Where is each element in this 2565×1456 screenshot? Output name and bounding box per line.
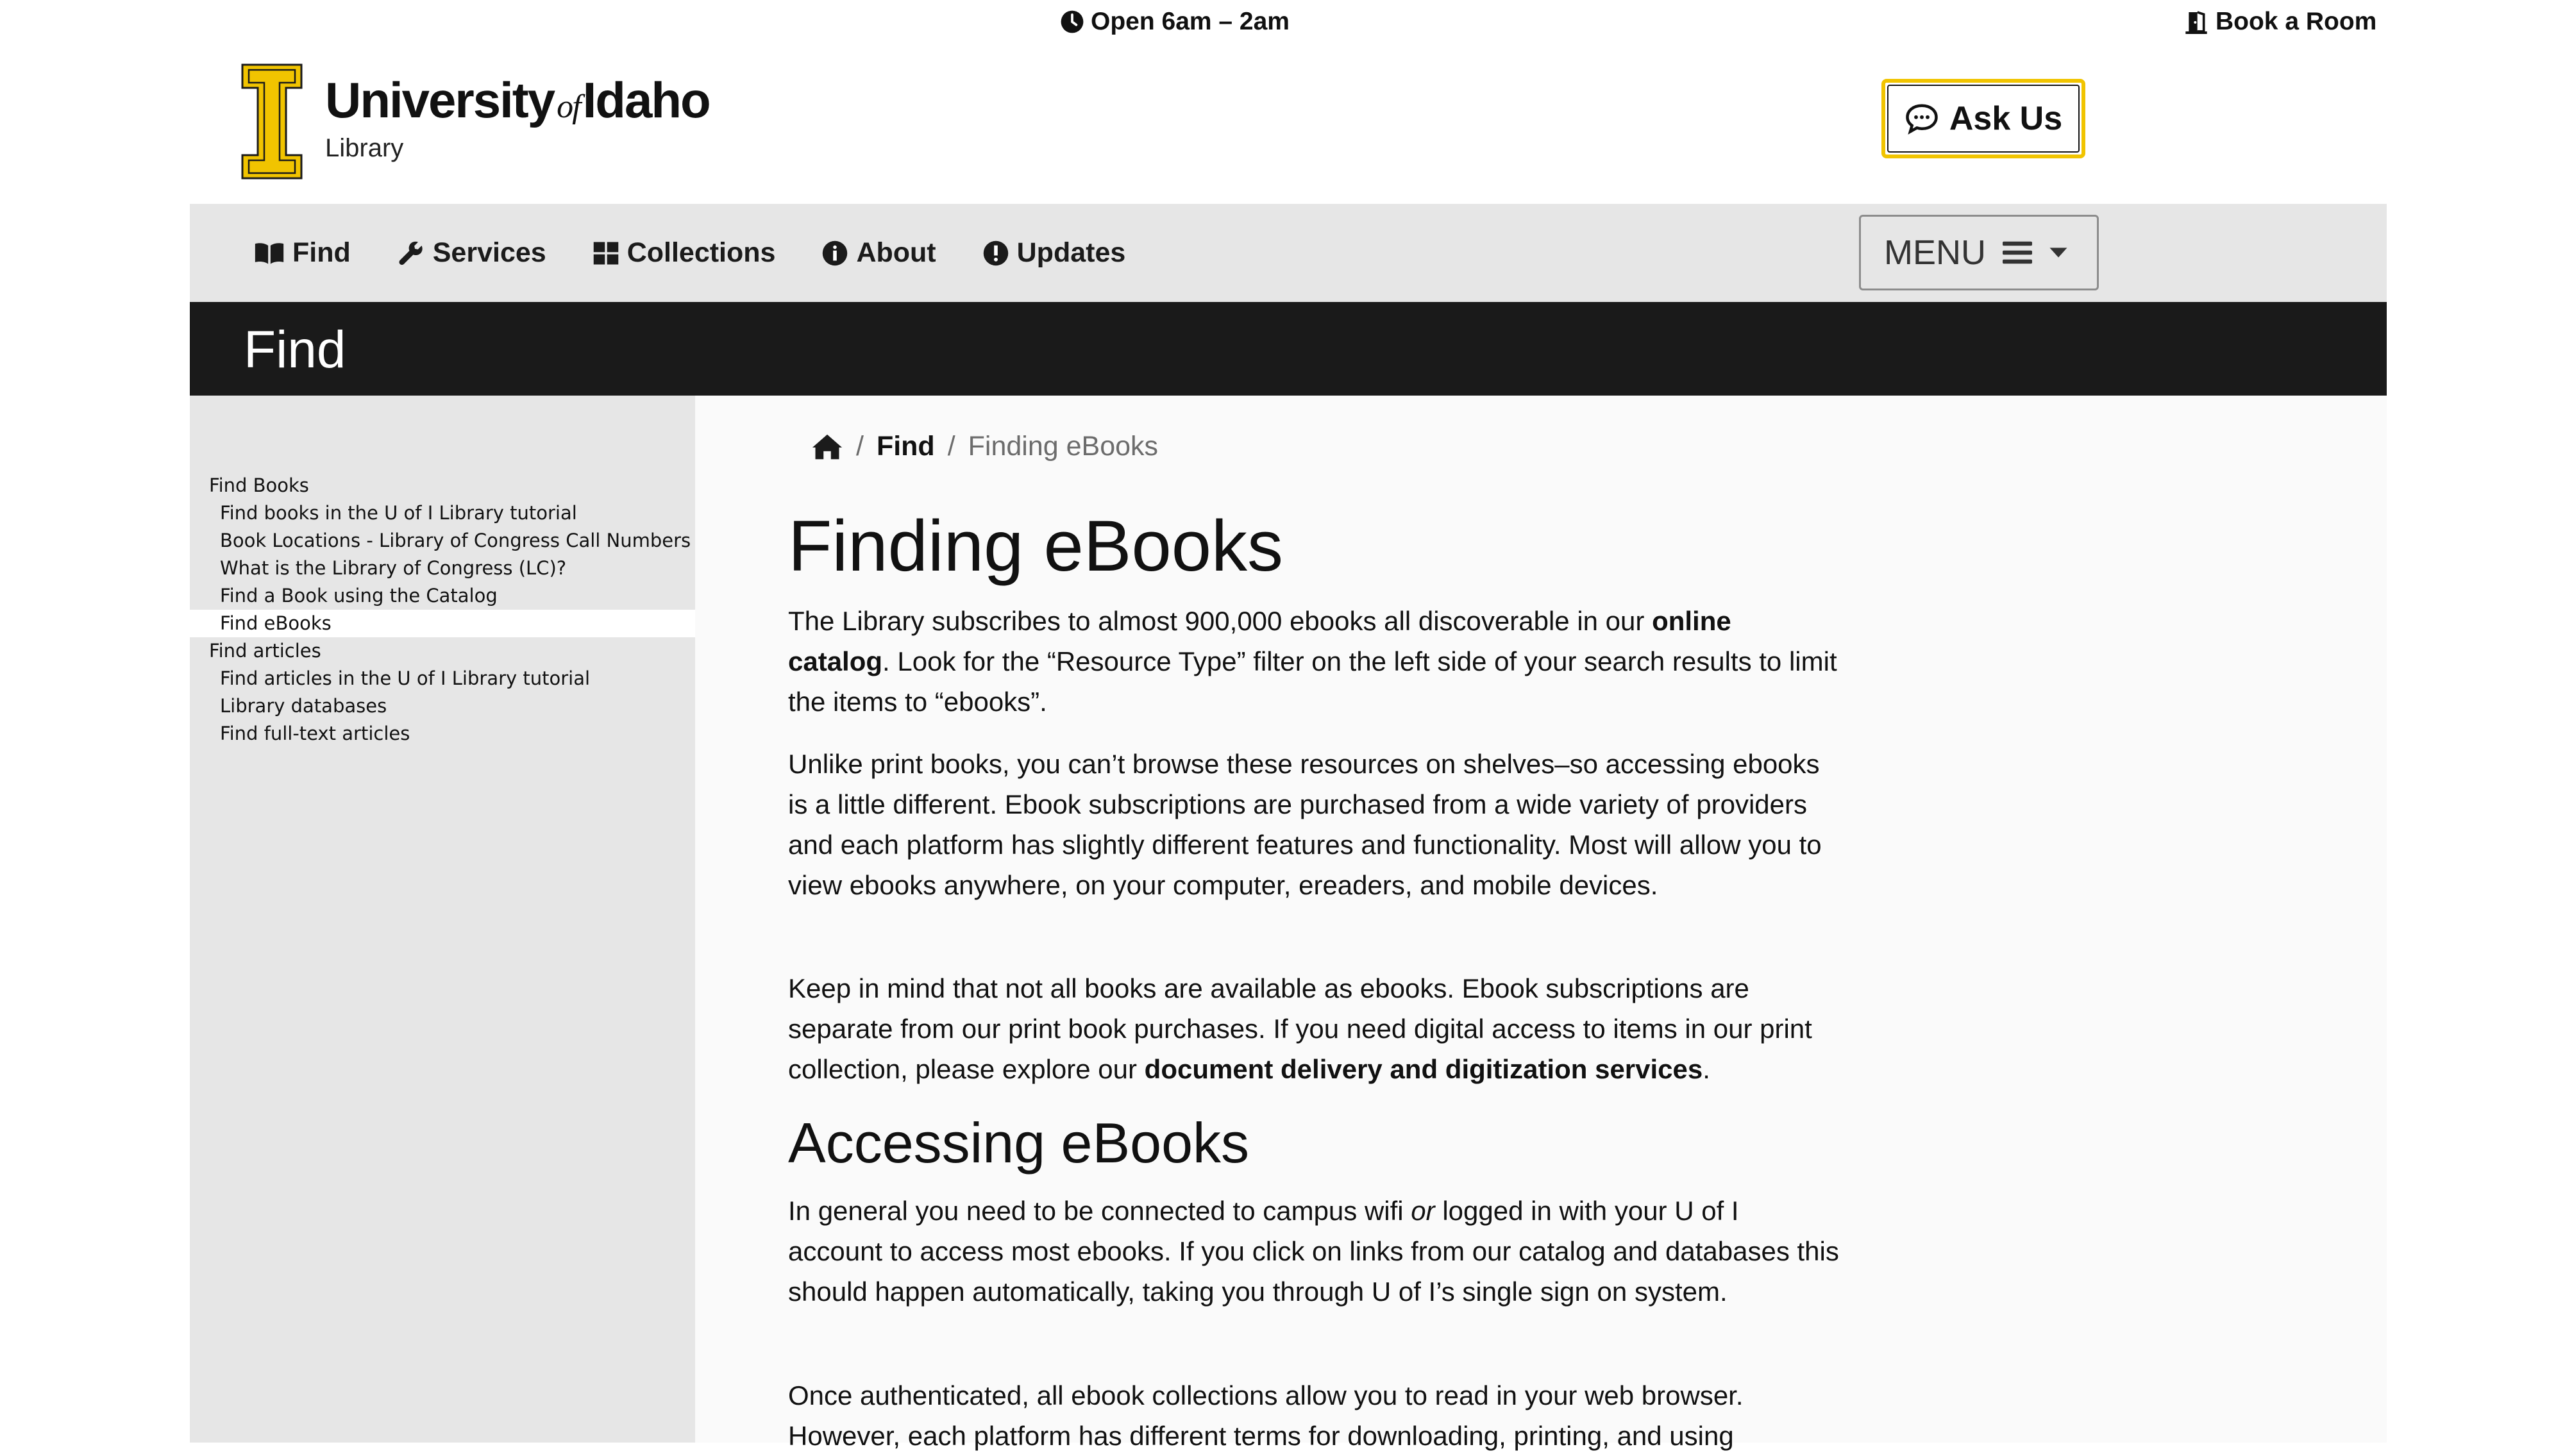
sidebar-item-book-locations[interactable]: Book Locations - Library of Congress Cal…	[190, 527, 695, 555]
book-a-room-link[interactable]: Book a Room	[2183, 8, 2376, 36]
page-title: Finding eBooks	[788, 506, 1284, 586]
door-icon	[2185, 11, 2207, 34]
sidebar-item-books-tutorial[interactable]: Find books in the U of I Library tutoria…	[190, 499, 695, 527]
sidebar-item-what-is-lc[interactable]: What is the Library of Congress (LC)?	[190, 555, 695, 582]
sidebar-nav-list: Find Books Find books in the U of I Libr…	[190, 472, 695, 748]
logo-wordmark: UniversityofIdaho Library	[325, 72, 711, 163]
home-icon[interactable]	[811, 433, 843, 461]
paragraph-access: In general you need to be connected to c…	[788, 1196, 1839, 1307]
caret-down-icon	[2049, 247, 2067, 258]
nav-item-find[interactable]: Find	[254, 237, 351, 269]
sidebar-item-articles-tutorial[interactable]: Find articles in the U of I Library tuto…	[190, 665, 695, 692]
book-open-icon	[255, 242, 284, 264]
main-content: / Find / Finding eBooks Finding eBooks T…	[695, 396, 2387, 1451]
section-title-accessing: Accessing eBooks	[788, 1111, 1250, 1175]
nav-item-label: Find	[292, 237, 351, 268]
sidebar-item-find-book-catalog[interactable]: Find a Book using the Catalog	[190, 582, 695, 610]
nav-item-updates[interactable]: Updates	[982, 237, 1126, 269]
university-logo[interactable]: UniversityofIdaho Library	[240, 62, 711, 181]
paragraph-browsing: Unlike print books, you can’t browse the…	[788, 749, 1822, 900]
breadcrumb-find-link[interactable]: Find	[877, 431, 935, 462]
breadcrumb-separator: /	[856, 431, 864, 462]
main-navigation: Find Services Collections About Updates …	[190, 204, 2387, 302]
sidebar-item-find-ebooks[interactable]: Find eBooks	[190, 610, 695, 637]
breadcrumb-current: Finding eBooks	[968, 431, 1159, 462]
menu-label: MENU	[1884, 233, 1986, 272]
breadcrumb: / Find / Finding eBooks	[811, 431, 1158, 462]
nav-item-label: Collections	[627, 237, 776, 268]
wrench-icon	[399, 241, 423, 265]
sidebar-item-find-articles[interactable]: Find articles	[190, 637, 695, 665]
exclamation-circle-icon	[983, 240, 1008, 265]
sidebar-item-full-text-articles[interactable]: Find full-text articles	[190, 720, 695, 748]
grid-icon	[593, 242, 618, 264]
sidebar-item-library-databases[interactable]: Library databases	[190, 692, 695, 720]
nav-item-about[interactable]: About	[821, 237, 936, 269]
hamburger-icon	[2003, 241, 2032, 264]
nav-item-services[interactable]: Services	[397, 237, 546, 269]
logo-subtitle: Library	[325, 134, 404, 162]
menu-dropdown-button[interactable]: MENU	[1859, 215, 2099, 290]
nav-item-collections[interactable]: Collections	[593, 237, 776, 269]
logo-title: UniversityofIdaho	[325, 72, 711, 128]
book-a-room-text: Book a Room	[2216, 8, 2377, 35]
ask-us-label: Ask Us	[1949, 100, 2063, 137]
document-delivery-link[interactable]: document delivery and digitization servi…	[1145, 1054, 1703, 1084]
hours-info[interactable]: Open 6am – 2am	[1060, 8, 1290, 36]
sidebar: Find Books Find books in the U of I Libr…	[190, 396, 695, 1443]
clock-icon	[1061, 10, 1084, 33]
banner-title: Find	[244, 321, 346, 379]
chat-bubble-icon	[1906, 104, 1938, 135]
paragraph-intro: The Library subscribes to almost 900,000…	[788, 606, 1837, 717]
ask-us-button[interactable]: Ask Us	[1881, 79, 2085, 158]
nav-item-label: Updates	[1016, 237, 1126, 268]
paragraph-availability: Keep in mind that not all books are avai…	[788, 973, 1812, 1084]
idaho-i-logo-icon	[241, 63, 303, 180]
nav-item-label: About	[856, 237, 936, 268]
hours-text: Open 6am – 2am	[1091, 8, 1290, 35]
paragraph-authenticated: Once authenticated, all ebook collection…	[788, 1380, 1744, 1451]
breadcrumb-separator: /	[947, 431, 955, 462]
nav-item-label: Services	[432, 237, 546, 268]
info-circle-icon	[823, 240, 848, 265]
page-banner: Find	[190, 302, 2387, 396]
sidebar-item-find-books[interactable]: Find Books	[190, 472, 695, 499]
